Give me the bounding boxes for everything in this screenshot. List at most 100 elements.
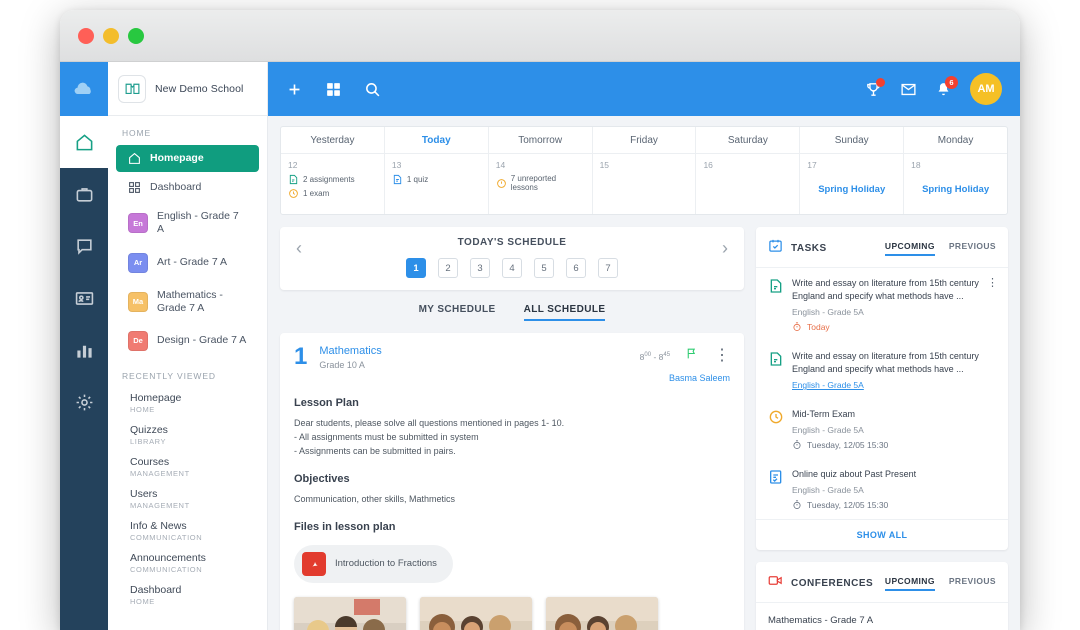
add-button[interactable] bbox=[286, 81, 303, 98]
avatar[interactable]: AM bbox=[970, 73, 1002, 105]
calendar-day[interactable]: Today 13 1 quiz bbox=[384, 127, 489, 214]
task-item[interactable]: Write and essay on literature from 15th … bbox=[756, 341, 1008, 399]
sidebar-item-english[interactable]: En English - Grade 7 A bbox=[116, 203, 259, 243]
sidebar-item-label: Mathematics - Grade 7 A bbox=[157, 288, 223, 314]
calendar-day[interactable]: Saturday 16 bbox=[696, 127, 801, 214]
lesson-menu-button[interactable]: ⋮ bbox=[714, 347, 730, 364]
lesson-grade: Grade 10 A bbox=[319, 360, 365, 370]
calendar-day[interactable]: Monday 18 Spring Holiday bbox=[904, 127, 1008, 214]
sidebar-item-design[interactable]: De Design - Grade 7 A bbox=[116, 324, 259, 358]
achievements-button[interactable] bbox=[865, 77, 885, 98]
recent-item-title: Dashboard bbox=[130, 583, 182, 596]
lesson-thumbnail[interactable] bbox=[546, 596, 658, 630]
calendar-event-label: 7 unreported lessons bbox=[510, 174, 557, 192]
objectives-heading: Objectives bbox=[294, 472, 350, 485]
assignment-icon bbox=[768, 277, 784, 332]
chat-icon bbox=[76, 238, 92, 255]
maximize-window-button[interactable] bbox=[128, 27, 144, 44]
schedule-page-5[interactable]: 5 bbox=[534, 258, 554, 278]
conferences-tab-previous[interactable]: PREVIOUS bbox=[949, 576, 996, 591]
search-button[interactable] bbox=[364, 81, 381, 98]
schedule-page-1[interactable]: 1 bbox=[406, 258, 426, 278]
calendar-event[interactable]: 7 unreported lessons bbox=[496, 174, 585, 192]
rail-item-settings[interactable] bbox=[60, 376, 108, 428]
briefcase-icon bbox=[76, 187, 92, 202]
icon-rail bbox=[60, 62, 108, 630]
lesson-thumbnail[interactable] bbox=[294, 596, 406, 630]
school-header[interactable]: New Demo School bbox=[108, 62, 267, 116]
calendar-day[interactable]: Tomorrow 14 7 unreported lessons bbox=[488, 127, 593, 214]
recent-item[interactable]: Quizzes LIBRARY bbox=[108, 419, 267, 451]
schedule-page-3[interactable]: 3 bbox=[470, 258, 490, 278]
tasks-show-all-button[interactable]: SHOW ALL bbox=[756, 519, 1008, 550]
course-badge: En bbox=[128, 213, 148, 234]
recent-item[interactable]: Info & News COMMUNICATION bbox=[108, 515, 267, 547]
minimize-window-button[interactable] bbox=[103, 27, 119, 44]
task-title: Mid-Term Exam bbox=[792, 409, 856, 420]
previous-day-button[interactable]: ‹ bbox=[296, 239, 302, 257]
search-icon bbox=[366, 82, 380, 96]
calendar-day[interactable]: Yesterday 12 2 assignments 1 exam bbox=[281, 127, 385, 214]
conferences-tab-upcoming[interactable]: UPCOMING bbox=[884, 576, 935, 591]
sidebar-item-art[interactable]: Ar Art - Grade 7 A bbox=[116, 246, 259, 280]
sidebar-item-homepage[interactable]: Homepage bbox=[116, 145, 259, 173]
sidebar-item-mathematics[interactable]: Ma Mathematics - Grade 7 A bbox=[116, 282, 259, 322]
messages-button[interactable] bbox=[900, 81, 917, 98]
conference-item[interactable]: Mathematics - Grade 7 A Monday, 18/05 21… bbox=[756, 603, 1008, 630]
sidebar-section-recently-viewed: RECENTLY VIEWED bbox=[122, 370, 216, 381]
sidebar-item-dashboard[interactable]: Dashboard bbox=[116, 174, 259, 201]
schedule-page-4[interactable]: 4 bbox=[502, 258, 522, 278]
recent-item-category: HOME bbox=[130, 596, 155, 606]
schedule-page-7[interactable]: 7 bbox=[598, 258, 618, 278]
course-badge: De bbox=[128, 330, 148, 351]
recent-item-category: MANAGEMENT bbox=[130, 500, 190, 510]
tasks-tab-upcoming[interactable]: UPCOMING bbox=[884, 241, 935, 256]
recent-item-title: Courses bbox=[130, 455, 170, 468]
lesson-header: 1 Mathematics Grade 10 A 800 - 845 ⋮ Bas… bbox=[294, 345, 730, 384]
recent-item[interactable]: Courses MANAGEMENT bbox=[108, 451, 267, 483]
schedule-page-6[interactable]: 6 bbox=[566, 258, 586, 278]
recent-item[interactable]: Dashboard HOME bbox=[108, 579, 267, 611]
flag-icon[interactable] bbox=[685, 347, 702, 364]
calendar-event[interactable]: 1 quiz bbox=[392, 174, 481, 185]
lesson-teacher[interactable]: Basma Saleem bbox=[640, 373, 730, 383]
lesson-thumbnail[interactable] bbox=[420, 596, 532, 630]
recent-item[interactable]: Homepage HOME bbox=[108, 387, 267, 419]
right-column: TASKS UPCOMING PREVIOUS Write and essay … bbox=[756, 227, 1008, 630]
rail-item-home[interactable] bbox=[60, 116, 108, 168]
rail-item-messages[interactable] bbox=[60, 220, 108, 272]
task-course[interactable]: English - Grade 5A bbox=[792, 380, 996, 390]
apps-grid-button[interactable] bbox=[325, 81, 342, 98]
recent-item[interactable]: Users MANAGEMENT bbox=[108, 483, 267, 515]
next-day-button[interactable]: › bbox=[722, 239, 728, 257]
task-item[interactable]: Online quiz about Past Present English -… bbox=[756, 459, 1008, 519]
task-menu-button[interactable]: ⋮ bbox=[987, 278, 998, 289]
calendar-event[interactable]: 2 assignments bbox=[288, 174, 377, 185]
rail-item-briefcase[interactable] bbox=[60, 168, 108, 220]
objectives-text: Communication, other skills, Mathmetics bbox=[294, 493, 456, 504]
calendar-day-number: 16 bbox=[703, 160, 713, 170]
tab-all-schedule[interactable]: ALL SCHEDULE bbox=[523, 304, 606, 321]
calendar-day-body: 18 Spring Holiday bbox=[904, 154, 1007, 214]
app-window: New Demo School HOME Homepage Dashboard … bbox=[60, 10, 1020, 630]
close-window-button[interactable] bbox=[78, 27, 94, 44]
rail-item-users[interactable] bbox=[60, 272, 108, 324]
rail-item-reports[interactable] bbox=[60, 324, 108, 376]
recent-item[interactable]: Announcements COMMUNICATION bbox=[108, 547, 267, 579]
lesson-file-chip[interactable]: Introduction to Fractions bbox=[294, 544, 453, 583]
tasks-tab-previous[interactable]: PREVIOUS bbox=[949, 241, 996, 256]
top-bar-left-actions bbox=[286, 81, 381, 98]
calendar-day-label: Tomorrow bbox=[488, 127, 592, 154]
lesson-subject[interactable]: Mathematics bbox=[319, 345, 381, 357]
calendar-day-number: 14 bbox=[495, 160, 506, 170]
notifications-button[interactable]: 6 bbox=[935, 75, 958, 98]
task-item[interactable]: Write and essay on literature from 15th … bbox=[756, 268, 1008, 341]
calendar-event[interactable]: 1 exam bbox=[288, 188, 377, 199]
task-item[interactable]: Mid-Term Exam English - Grade 5A Tuesday… bbox=[756, 399, 1008, 459]
schedule-page-2[interactable]: 2 bbox=[438, 258, 458, 278]
calendar-day[interactable]: Friday 15 bbox=[592, 127, 697, 214]
main-area: 6 AM Yesterday 12 2 assignments 1 exam T… bbox=[268, 62, 1020, 630]
tab-my-schedule[interactable]: MY SCHEDULE bbox=[419, 304, 496, 321]
calendar-day[interactable]: Sunday 17 Spring Holiday bbox=[800, 127, 905, 214]
lesson-card: 1 Mathematics Grade 10 A 800 - 845 ⋮ Bas… bbox=[280, 333, 744, 630]
